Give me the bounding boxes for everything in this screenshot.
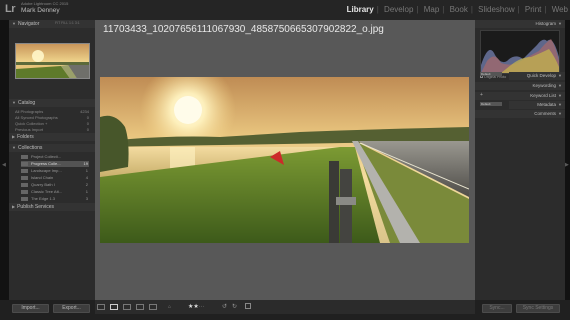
identity-plate-bar: Lr Adobe Lightroom CC 2015 Mark Denney L… xyxy=(0,0,570,20)
publish-services-header[interactable]: ▶ Publish Services xyxy=(9,203,95,211)
keyword-list-header[interactable]: + Keyword List ▼ xyxy=(475,92,565,100)
triangle-right-icon: ▶ xyxy=(12,204,16,209)
collection-set-icon xyxy=(21,155,28,159)
people-view-icon[interactable] xyxy=(149,304,157,310)
module-map[interactable]: Map xyxy=(424,5,440,14)
collection-icon xyxy=(21,162,28,166)
triangle-down-icon: ▼ xyxy=(558,93,562,98)
right-panel-toggle-strip[interactable]: ▶ xyxy=(565,20,570,300)
navigator-header[interactable]: ▼ Navigator xyxy=(9,20,95,28)
collection-icon xyxy=(21,183,28,187)
triangle-down-icon: ▼ xyxy=(12,100,16,105)
catalog-item[interactable]: Quick Collection +0 xyxy=(15,121,89,126)
collection-item[interactable]: Project Collecti... xyxy=(21,154,89,160)
collection-item[interactable]: Island Chain 4 xyxy=(21,175,89,181)
module-slideshow[interactable]: Slideshow xyxy=(478,5,514,14)
comments-header[interactable]: Comments ▼ xyxy=(475,110,565,118)
collapse-left-icon[interactable]: ◀ xyxy=(2,162,6,168)
lightroom-logo: Lr xyxy=(5,3,16,15)
left-panel: ▼ Navigator FIT FILL 1:1 3:1 ▼ Catalog All… xyxy=(9,20,95,300)
metadata-preset-select[interactable]: Default xyxy=(480,102,502,106)
module-book[interactable]: Book xyxy=(450,5,468,14)
collection-item[interactable]: Classic Tree Att... 1 xyxy=(21,189,89,195)
histogram-header[interactable]: Histogram ▼ xyxy=(475,20,565,28)
quick-develop-header[interactable]: Quick Develop ▼ xyxy=(509,72,565,80)
navigator-preview[interactable] xyxy=(15,43,90,79)
catalog-item[interactable]: Previous Import 0 xyxy=(15,127,89,132)
triangle-down-icon: ▼ xyxy=(558,73,562,78)
spray-can-icon[interactable]: ⌂ xyxy=(168,304,176,310)
grid-view-icon[interactable] xyxy=(97,304,105,310)
export-button[interactable]: Export... xyxy=(53,304,90,313)
collection-item[interactable]: Landscape Imp... 1 xyxy=(21,168,89,174)
metadata-header[interactable]: Metadata ▼ xyxy=(509,101,565,109)
catalog-header[interactable]: ▼ Catalog xyxy=(9,99,95,107)
collection-icon xyxy=(21,169,28,173)
add-icon[interactable]: + xyxy=(480,92,483,98)
rating-stars[interactable]: ★★··· xyxy=(188,303,205,310)
folders-header[interactable]: ▶ Folders xyxy=(9,133,95,141)
histogram-display xyxy=(480,30,560,74)
sunset-landscape-photo xyxy=(100,77,469,243)
module-web[interactable]: Web xyxy=(552,5,568,14)
star-icon[interactable]: · xyxy=(203,304,205,310)
app-version: Adobe Lightroom CC 2015 xyxy=(21,1,69,6)
left-panel-toggle-strip[interactable]: ◀ xyxy=(0,20,9,300)
collection-item[interactable]: The Edge 1.3 3 xyxy=(21,196,89,202)
catalog-item[interactable]: All Photographs 4234 xyxy=(15,109,89,114)
histogram-graph xyxy=(481,39,559,73)
sync-button[interactable]: Sync... xyxy=(482,304,512,313)
module-picker: Library | Develop | Map | Book | Slideshow | … xyxy=(346,5,568,14)
catalog-item[interactable]: All Synced Photographs 0 xyxy=(15,115,89,120)
loupe-view-icon[interactable] xyxy=(110,304,118,310)
collection-icon xyxy=(21,197,28,201)
triangle-down-icon: ▼ xyxy=(558,111,562,116)
preset-select[interactable]: Default xyxy=(480,72,502,76)
triangle-down-icon: ▼ xyxy=(558,102,562,107)
module-develop[interactable]: Develop xyxy=(384,5,413,14)
keywording-header[interactable]: Keywording ▼ xyxy=(475,82,565,90)
triangle-down-icon: ▼ xyxy=(12,21,16,26)
collection-icon xyxy=(21,176,28,180)
photo-filename: 11703433_10207656111067930_4858750665307… xyxy=(103,24,384,35)
rotate-left-icon[interactable]: ↺ xyxy=(222,303,227,310)
user-name: Mark Denney xyxy=(21,7,60,14)
triangle-down-icon: ▼ xyxy=(558,21,562,26)
collection-item[interactable]: Quarry Bath I2 xyxy=(21,182,89,188)
collapse-right-icon[interactable]: ▶ xyxy=(565,162,569,168)
compare-view-icon[interactable] xyxy=(123,304,131,310)
module-library[interactable]: Library xyxy=(347,5,374,14)
collection-item-selected[interactable]: Progress Colle... 19 xyxy=(21,161,89,167)
module-print[interactable]: Print xyxy=(525,5,541,14)
navigator-thumbnail-image xyxy=(16,44,89,78)
rotate-right-icon[interactable]: ↻ xyxy=(232,303,237,310)
import-button[interactable]: Import... xyxy=(12,304,49,313)
photo-preview[interactable] xyxy=(100,77,469,243)
right-panel: Histogram ▼ Original Photo Default Quick … xyxy=(475,20,565,300)
sync-settings-button[interactable]: Sync Settings xyxy=(516,304,560,313)
triangle-down-icon: ▼ xyxy=(558,83,562,88)
loupe-view: 11703433_10207656111067930_4858750665307… xyxy=(95,20,475,300)
survey-view-icon[interactable] xyxy=(136,304,144,310)
crop-overlay-icon[interactable] xyxy=(245,303,251,309)
collection-icon xyxy=(21,190,28,194)
triangle-right-icon: ▶ xyxy=(12,134,16,139)
triangle-down-icon: ▼ xyxy=(12,145,16,150)
collections-header[interactable]: ▼ Collections xyxy=(9,144,95,152)
zoom-options[interactable]: FIT FILL 1:1 3:1 xyxy=(55,21,80,25)
